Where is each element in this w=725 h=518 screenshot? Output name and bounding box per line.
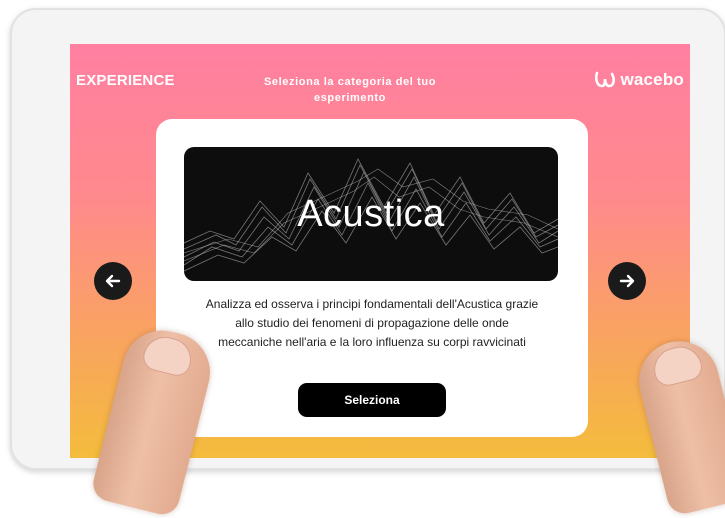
logo-text: wacebo [620,70,684,89]
right-fingernail [649,342,705,389]
previous-category-button[interactable] [94,262,132,300]
category-card: Acustica Analizza ed osserva i principi … [156,119,588,437]
select-button[interactable]: Seleziona [298,383,446,417]
left-fingernail [140,332,196,379]
experience-label: EXPERIENCE [76,72,175,89]
arrow-right-icon [619,274,635,288]
arrow-left-icon [105,274,121,288]
wacebo-logo-icon [595,71,616,88]
category-description: Analizza ed osserva i principi fondament… [205,297,539,349]
next-category-button[interactable] [608,262,646,300]
wacebo-logo: wacebo [594,70,684,90]
category-title: Acustica [297,192,445,235]
category-banner: Acustica [184,147,558,281]
page-title: Seleziona la categoria del tuo esperimen… [263,76,437,104]
